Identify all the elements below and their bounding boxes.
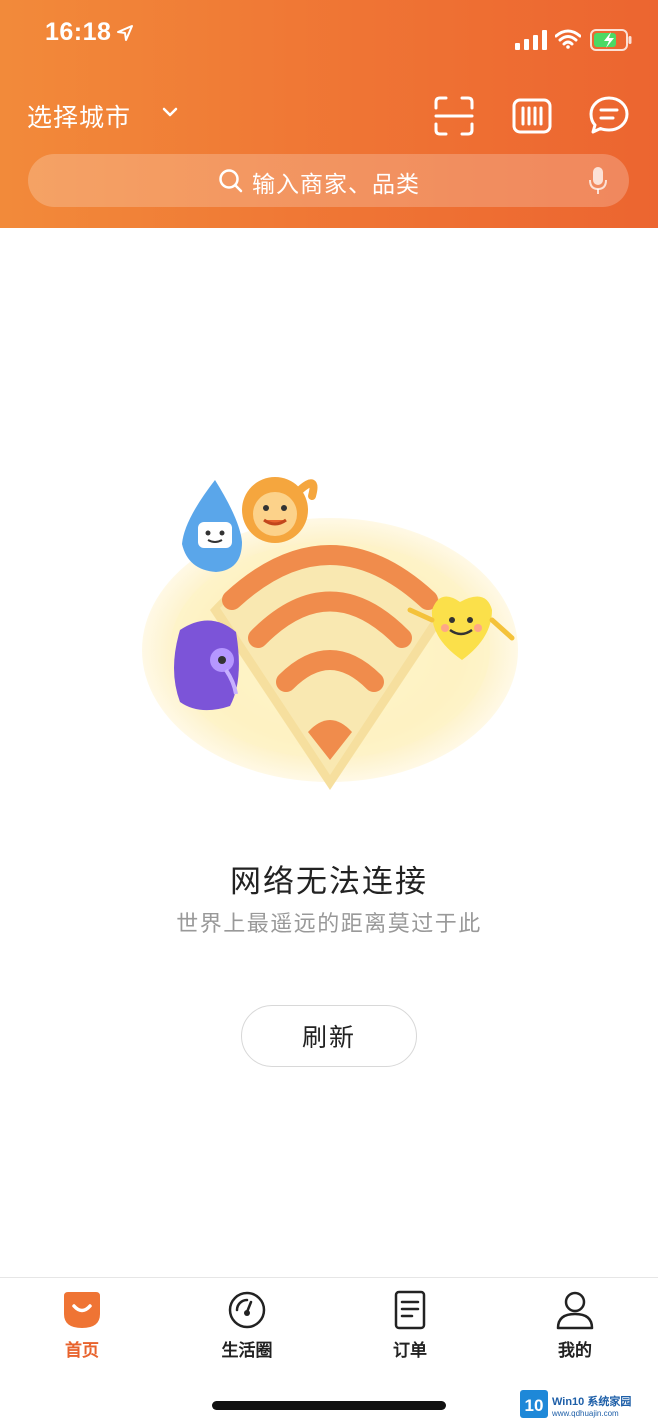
- city-selector-label[interactable]: 选择城市: [27, 98, 131, 134]
- header-bar: 16:18 选择城市 输入商家、品类: [0, 0, 658, 228]
- search-icon: [219, 169, 243, 193]
- scan-icon[interactable]: [433, 96, 475, 136]
- tab-home[interactable]: 首页: [22, 1278, 142, 1378]
- tab-life-circle-label: 生活圈: [221, 1341, 273, 1361]
- no-network-illustration: [142, 477, 518, 790]
- home-icon: [64, 1292, 100, 1328]
- message-icon[interactable]: [587, 94, 631, 138]
- tab-profile-label: 我的: [558, 1341, 592, 1361]
- tab-life-circle[interactable]: 生活圈: [187, 1278, 307, 1378]
- location-arrow-icon: [117, 25, 133, 41]
- watermark-url: www.qdhuajin.com: [551, 1409, 619, 1418]
- watermark-brand: Win10 系统家园: [552, 1394, 631, 1408]
- watermark-logo: 10 Win10 系统家园 www.qdhuajin.com: [520, 1390, 631, 1418]
- microphone-icon[interactable]: [588, 166, 608, 196]
- chevron-down-icon[interactable]: [161, 106, 179, 118]
- barcode-icon[interactable]: [511, 96, 553, 136]
- error-title: 网络无法连接: [230, 864, 428, 900]
- home-indicator[interactable]: [212, 1401, 446, 1410]
- profile-icon: [556, 1291, 594, 1330]
- refresh-button[interactable]: 刷新: [241, 1005, 417, 1067]
- signal-icon: [515, 30, 547, 50]
- order-icon: [394, 1290, 426, 1330]
- tab-orders-label: 订单: [393, 1341, 427, 1361]
- error-subtitle: 世界上最遥远的距离莫过于此: [176, 912, 482, 937]
- tab-profile[interactable]: 我的: [515, 1278, 635, 1378]
- search-input[interactable]: 输入商家、品类: [28, 154, 629, 207]
- tab-orders[interactable]: 订单: [350, 1278, 470, 1378]
- status-time: 16:18: [45, 18, 112, 46]
- search-placeholder: 输入商家、品类: [252, 172, 420, 198]
- watermark-number: 10: [525, 1396, 544, 1415]
- battery-icon: [590, 29, 632, 51]
- wifi-icon: [555, 29, 581, 49]
- tab-home-label: 首页: [65, 1341, 99, 1361]
- life-circle-icon: [228, 1291, 266, 1329]
